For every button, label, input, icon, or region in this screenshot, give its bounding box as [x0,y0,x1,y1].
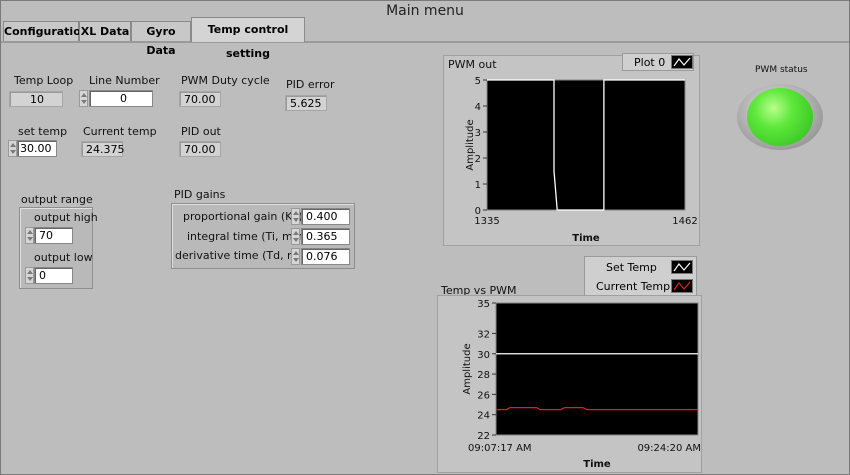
temp-y-axis-label: Amplitude [462,343,473,394]
set-temp-input[interactable]: 30.00 [17,140,57,157]
temp-vs-pwm-chart: 22 24 26 28 30 32 35 09:07:17 AM 09:24:20 AM Time… [462,299,701,470]
td-spinner[interactable] [291,248,300,265]
tab-panel-border [1,41,849,43]
temp-loop-label: Temp Loop [14,74,74,87]
pwm-x-tick-label: 1462 [672,216,697,227]
window-title: Main menu [386,3,464,19]
temp-legend[interactable]: Set Temp Current Temp [584,256,697,296]
pid-out-label: PID out [181,125,221,138]
temp-y-tick-label: 35 [477,299,490,310]
pwm-y-tick-label: 5 [475,76,481,87]
legend-current-temp-label: Current Temp [596,280,671,293]
temp-y-tick-label: 30 [477,350,490,361]
pid-out-indicator: 70.00 [179,141,221,157]
pid-error-label: PID error [286,78,335,91]
pwm-y-axis-label: Amplitude [465,119,476,170]
temp-x-tick-label-start: 09:07:17 AM [468,443,532,454]
legend-current-temp-swatch [671,279,693,293]
pwm-y-tick-label: 4 [475,102,481,113]
temp-y-tick-label: 22 [477,431,490,442]
line-number-spinner[interactable] [79,90,88,107]
pwm-duty-cycle-indicator: 70.00 [179,91,221,107]
temp-plot-area [495,302,699,436]
pwm-x-tick-label: 1335 [474,216,499,227]
ti-label: integral time (Ti, min) [187,230,308,243]
legend-set-temp-label: Set Temp [606,261,657,274]
temp-y-tick-label: 32 [477,329,490,340]
ti-input[interactable]: 0.365 [301,228,350,245]
output-range-label: output range [21,193,93,206]
output-low-spinner[interactable] [25,267,34,284]
set-temp-spinner[interactable] [8,140,17,157]
temp-y-tick-label: 26 [477,390,490,401]
kc-input[interactable]: 0.400 [301,208,350,225]
output-low-input[interactable]: 0 [34,267,73,284]
pwm-out-chart: 0123451335 1462TimeAmplitude [465,76,698,244]
temp-x-tick-label-end: 09:24:20 AM [637,443,701,454]
temp-loop-indicator: 10 [9,91,63,107]
output-low-label: output low [34,251,93,264]
pwm-y-tick-label: 1 [475,180,481,191]
current-temp-indicator: 24.375 [81,141,125,157]
main-window: Main menu Configuration XL Data Gyro Dat… [0,0,850,475]
output-high-input[interactable]: 70 [34,227,73,244]
current-temp-label: Current temp [83,125,157,138]
pid-error-indicator: 5.625 [285,95,327,111]
line-number-label: Line Number [89,74,160,87]
tab-xl-data[interactable]: XL Data [79,21,131,41]
line-number-input[interactable]: 0 [89,90,153,107]
set-temp-label: set temp [18,125,68,138]
pwm-plot-area [486,79,686,211]
temp-x-axis-label: Time [583,459,611,470]
output-high-spinner[interactable] [25,227,34,244]
pid-gains-label: PID gains [174,188,226,201]
pwm-duty-cycle-label: PWM Duty cycle [181,74,270,87]
kc-spinner[interactable] [291,208,300,225]
tab-gyro-data[interactable]: Gyro Data [131,21,191,57]
legend-set-temp-swatch [671,260,693,274]
pwm-status-label: PWM status [755,65,808,75]
temp-y-tick-label: 28 [477,370,490,381]
kc-label: proportional gain (Kc) [183,210,303,223]
output-high-label: output high [34,211,98,224]
ti-spinner[interactable] [291,228,300,245]
temp-y-tick-label: 24 [477,411,490,422]
tab-configuration[interactable]: Configuration [3,21,89,41]
pwm-x-axis-label: Time [572,233,600,244]
tab-temp-control-setting[interactable]: Temp control setting [191,17,305,60]
td-input[interactable]: 0.076 [301,248,350,265]
pwm-status-led [737,84,823,150]
